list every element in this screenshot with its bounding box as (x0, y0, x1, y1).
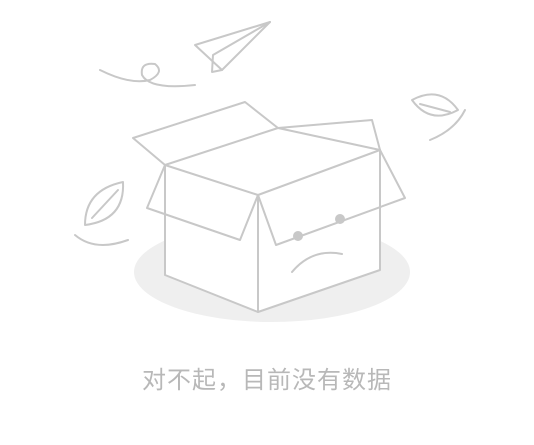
empty-message: 对不起，目前没有数据 (142, 366, 392, 394)
empty-box-illustration (74, 21, 466, 322)
paper-plane-icon (194, 21, 271, 73)
leaf-icon-right (411, 93, 466, 141)
leaf-icon-left (74, 181, 129, 246)
swirl-line (99, 62, 196, 88)
